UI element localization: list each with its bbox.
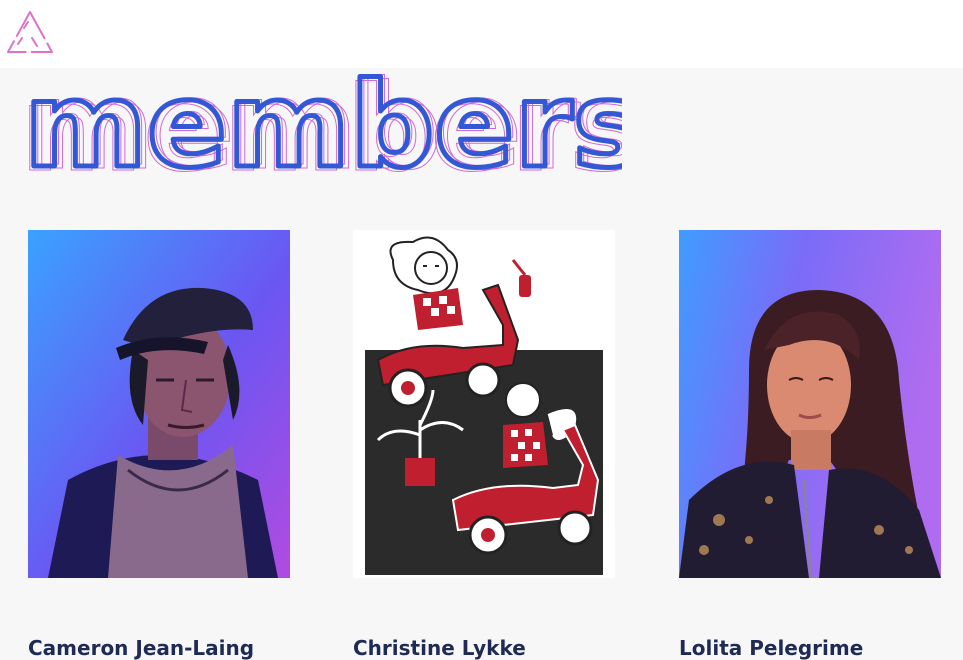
- triangle-logo-icon[interactable]: [4, 8, 56, 56]
- member-name[interactable]: Cameron Jean-Laing: [28, 608, 254, 660]
- member-photo[interactable]: [679, 230, 941, 578]
- member-name[interactable]: Lolita Pelegrime: [679, 608, 863, 660]
- member-photo[interactable]: [28, 230, 290, 578]
- member-card[interactable]: Lolita Pelegrime: [679, 230, 941, 660]
- member-card[interactable]: Christine Lykke: [353, 230, 615, 660]
- member-name[interactable]: Christine Lykke: [353, 608, 526, 660]
- top-bar: [0, 0, 963, 68]
- title-outline: members: [24, 68, 622, 186]
- page-title: members members members members members: [22, 68, 622, 186]
- member-illustration[interactable]: [353, 230, 615, 578]
- member-card[interactable]: Cameron Jean-Laing: [28, 230, 290, 660]
